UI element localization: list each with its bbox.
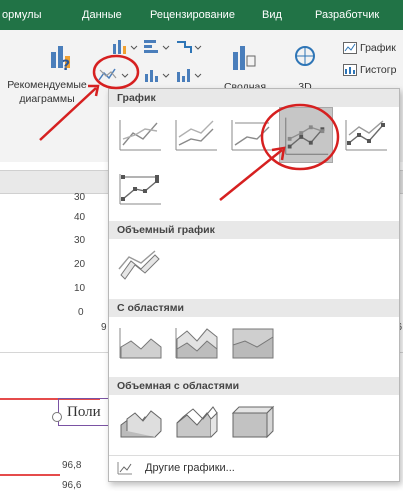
axis-value: 20: [74, 259, 86, 270]
axis-value: 30: [74, 192, 86, 203]
value-label: 96,6: [62, 480, 82, 491]
stacked-line-chart-option[interactable]: [171, 115, 221, 155]
percent-stacked-line-chart-option[interactable]: [227, 115, 277, 155]
more-line-charts-item[interactable]: Другие графики...: [109, 455, 399, 480]
sparkline-column-icon[interactable]: [343, 64, 357, 76]
pivot-chart-icon[interactable]: [230, 42, 260, 74]
line-chart-option[interactable]: [115, 115, 165, 155]
line-chart-small-icon: [117, 461, 133, 475]
axis-value: 10: [74, 283, 86, 294]
sparkline-line-label[interactable]: График: [360, 41, 396, 55]
scatter-chart-button[interactable]: [174, 66, 204, 84]
section-header-area: С областями: [109, 299, 399, 317]
area-3d-chart-option[interactable]: [115, 401, 165, 441]
tab-formulas[interactable]: ормулы: [2, 9, 42, 21]
percent-stacked-line-with-markers-chart-option[interactable]: [115, 169, 165, 209]
red-border-line: [0, 474, 60, 476]
tab-review[interactable]: Рецензирование: [150, 9, 235, 21]
value-label: 96,8: [62, 460, 82, 471]
chart-title-box[interactable]: Поли: [58, 398, 108, 426]
percent-stacked-area-3d-chart-option[interactable]: [227, 401, 277, 441]
column-chart-button[interactable]: [110, 38, 140, 56]
tab-developer[interactable]: Разработчик: [315, 9, 379, 21]
line-chart-button[interactable]: [96, 64, 132, 86]
hierarchy-chart-button[interactable]: [174, 38, 204, 56]
axis-value: 0: [78, 307, 84, 318]
line-3d-chart-option[interactable]: [115, 245, 165, 285]
line-with-markers-chart-option[interactable]: [279, 107, 333, 163]
area-chart-option[interactable]: [115, 323, 165, 363]
stacked-line-with-markers-chart-option[interactable]: [341, 115, 391, 155]
sparkline-line-icon[interactable]: [343, 42, 357, 54]
ribbon-tab-bar: ормулы Данные Рецензирование Вид Разрабо…: [0, 0, 403, 30]
more-line-charts-label: Другие графики...: [145, 462, 235, 474]
resize-handle[interactable]: [52, 412, 62, 422]
axis-value: 30: [74, 235, 86, 246]
line-chart-dropdown: График Объемный график С областями Объем…: [108, 88, 400, 482]
svg-text:?: ?: [62, 58, 70, 72]
section-header-line3d: Объемный график: [109, 221, 399, 239]
map3d-icon[interactable]: [293, 42, 317, 72]
axis-x-label: 9: [101, 322, 107, 333]
recommended-charts-icon[interactable]: ?: [48, 40, 76, 74]
tab-view[interactable]: Вид: [262, 9, 282, 21]
percent-stacked-area-chart-option[interactable]: [227, 323, 277, 363]
recommended-charts-label[interactable]: Рекомендуемые диаграммы: [4, 78, 90, 106]
sparkline-column-label[interactable]: Гистогр: [360, 63, 396, 77]
section-header-line: График: [109, 89, 399, 107]
stacked-area-3d-chart-option[interactable]: [171, 401, 221, 441]
tab-data[interactable]: Данные: [82, 9, 122, 21]
axis-value: 40: [74, 212, 86, 223]
bar-chart-button[interactable]: [142, 38, 172, 56]
section-header-area3d: Объемная с областями: [109, 377, 399, 395]
statistic-chart-button[interactable]: [142, 66, 172, 84]
stacked-area-chart-option[interactable]: [171, 323, 221, 363]
